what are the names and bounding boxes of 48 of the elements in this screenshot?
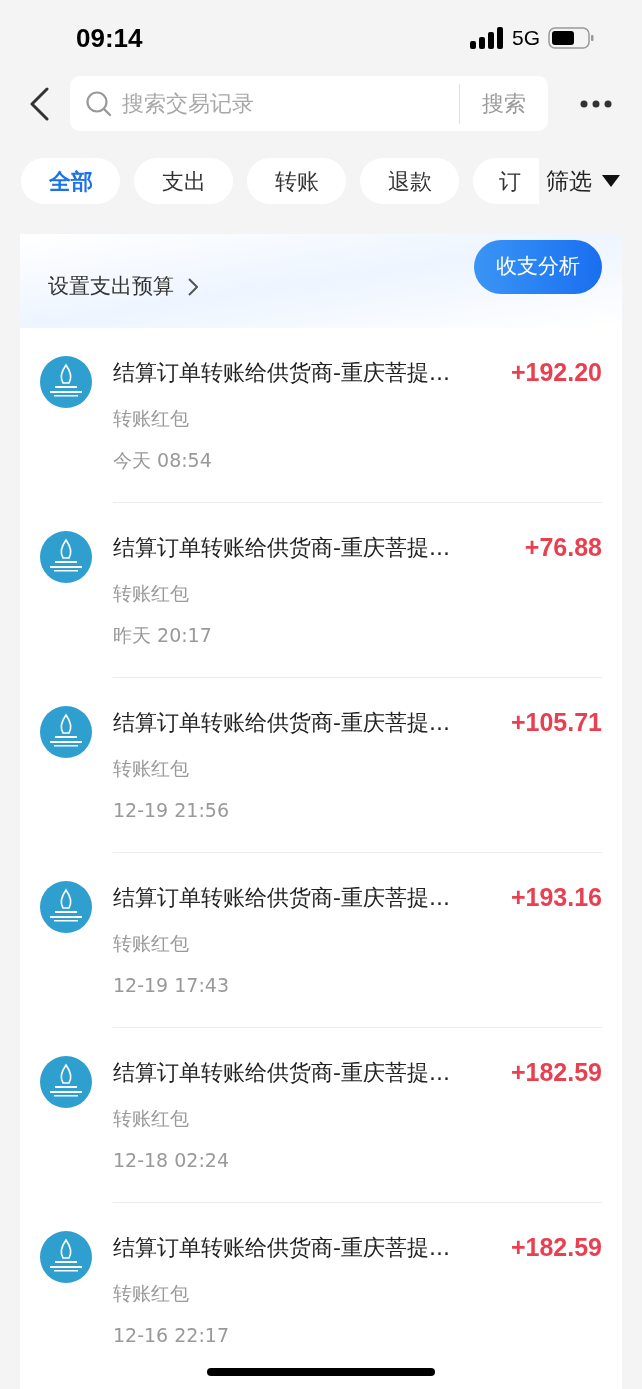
filter-tab[interactable]: 退款 [360, 158, 459, 204]
merchant-logo-icon [40, 1056, 92, 1108]
back-icon[interactable] [28, 86, 50, 121]
transaction-time: 今天 08:54 [113, 448, 212, 473]
transaction-time: 昨天 20:17 [113, 623, 212, 648]
dropdown-triangle-icon [602, 175, 620, 187]
merchant-logo-icon [40, 1231, 92, 1283]
merchant-logo-icon [40, 706, 92, 758]
merchant-logo-icon [40, 881, 92, 933]
network-label: 5G [512, 25, 540, 52]
transaction-title: 结算订单转账给供货商-重庆菩提... [113, 1059, 450, 1088]
transaction-amount: +192.20 [510, 357, 602, 388]
transaction-amount: +193.16 [510, 882, 602, 913]
transaction-title: 结算订单转账给供货商-重庆菩提... [113, 709, 450, 738]
more-icon[interactable] [580, 99, 612, 108]
transaction-amount: +182.59 [510, 1057, 602, 1088]
chevron-right-icon [188, 278, 198, 296]
transaction-title: 结算订单转账给供货商-重庆菩提... [113, 1234, 450, 1263]
status-time: 09:14 [76, 21, 143, 55]
transaction-time: 12-19 21:56 [113, 798, 229, 823]
transaction-category: 转账红包 [113, 580, 189, 606]
filter-tab[interactable]: 全部 [21, 158, 120, 204]
transaction-category: 转账红包 [113, 755, 189, 781]
battery-icon [548, 27, 594, 49]
filter-tab[interactable]: 支出 [134, 158, 233, 204]
transaction-amount: +105.71 [510, 707, 602, 738]
search-input[interactable]: 搜索交易记录 [122, 87, 459, 120]
merchant-logo-icon [40, 531, 92, 583]
filter-tab[interactable]: 订 [473, 158, 539, 204]
search-icon [86, 90, 112, 117]
transaction-title: 结算订单转账给供货商-重庆菩提... [113, 534, 450, 563]
transaction-title: 结算订单转账给供货商-重庆菩提... [113, 884, 450, 913]
transaction-category: 转账红包 [113, 405, 189, 431]
signal-icon [470, 27, 504, 49]
transaction-time: 12-18 02:24 [113, 1148, 229, 1173]
transaction-category: 转账红包 [113, 1105, 189, 1131]
transaction-amount: +182.59 [510, 1232, 602, 1263]
filter-button[interactable]: 筛选 [546, 158, 620, 204]
budget-link[interactable]: 设置支出预算 [48, 271, 198, 303]
transaction-time: 12-19 17:43 [113, 973, 229, 998]
transaction-amount: +76.88 [524, 532, 602, 563]
transaction-category: 转账红包 [113, 930, 189, 956]
filter-tab[interactable]: 转账 [247, 158, 346, 204]
analysis-button[interactable]: 收支分析 [474, 240, 602, 294]
transaction-category: 转账红包 [113, 1280, 189, 1306]
transaction-time: 12-16 22:17 [113, 1323, 229, 1348]
transaction-title: 结算订单转账给供货商-重庆菩提... [113, 359, 450, 388]
merchant-logo-icon [40, 356, 92, 408]
